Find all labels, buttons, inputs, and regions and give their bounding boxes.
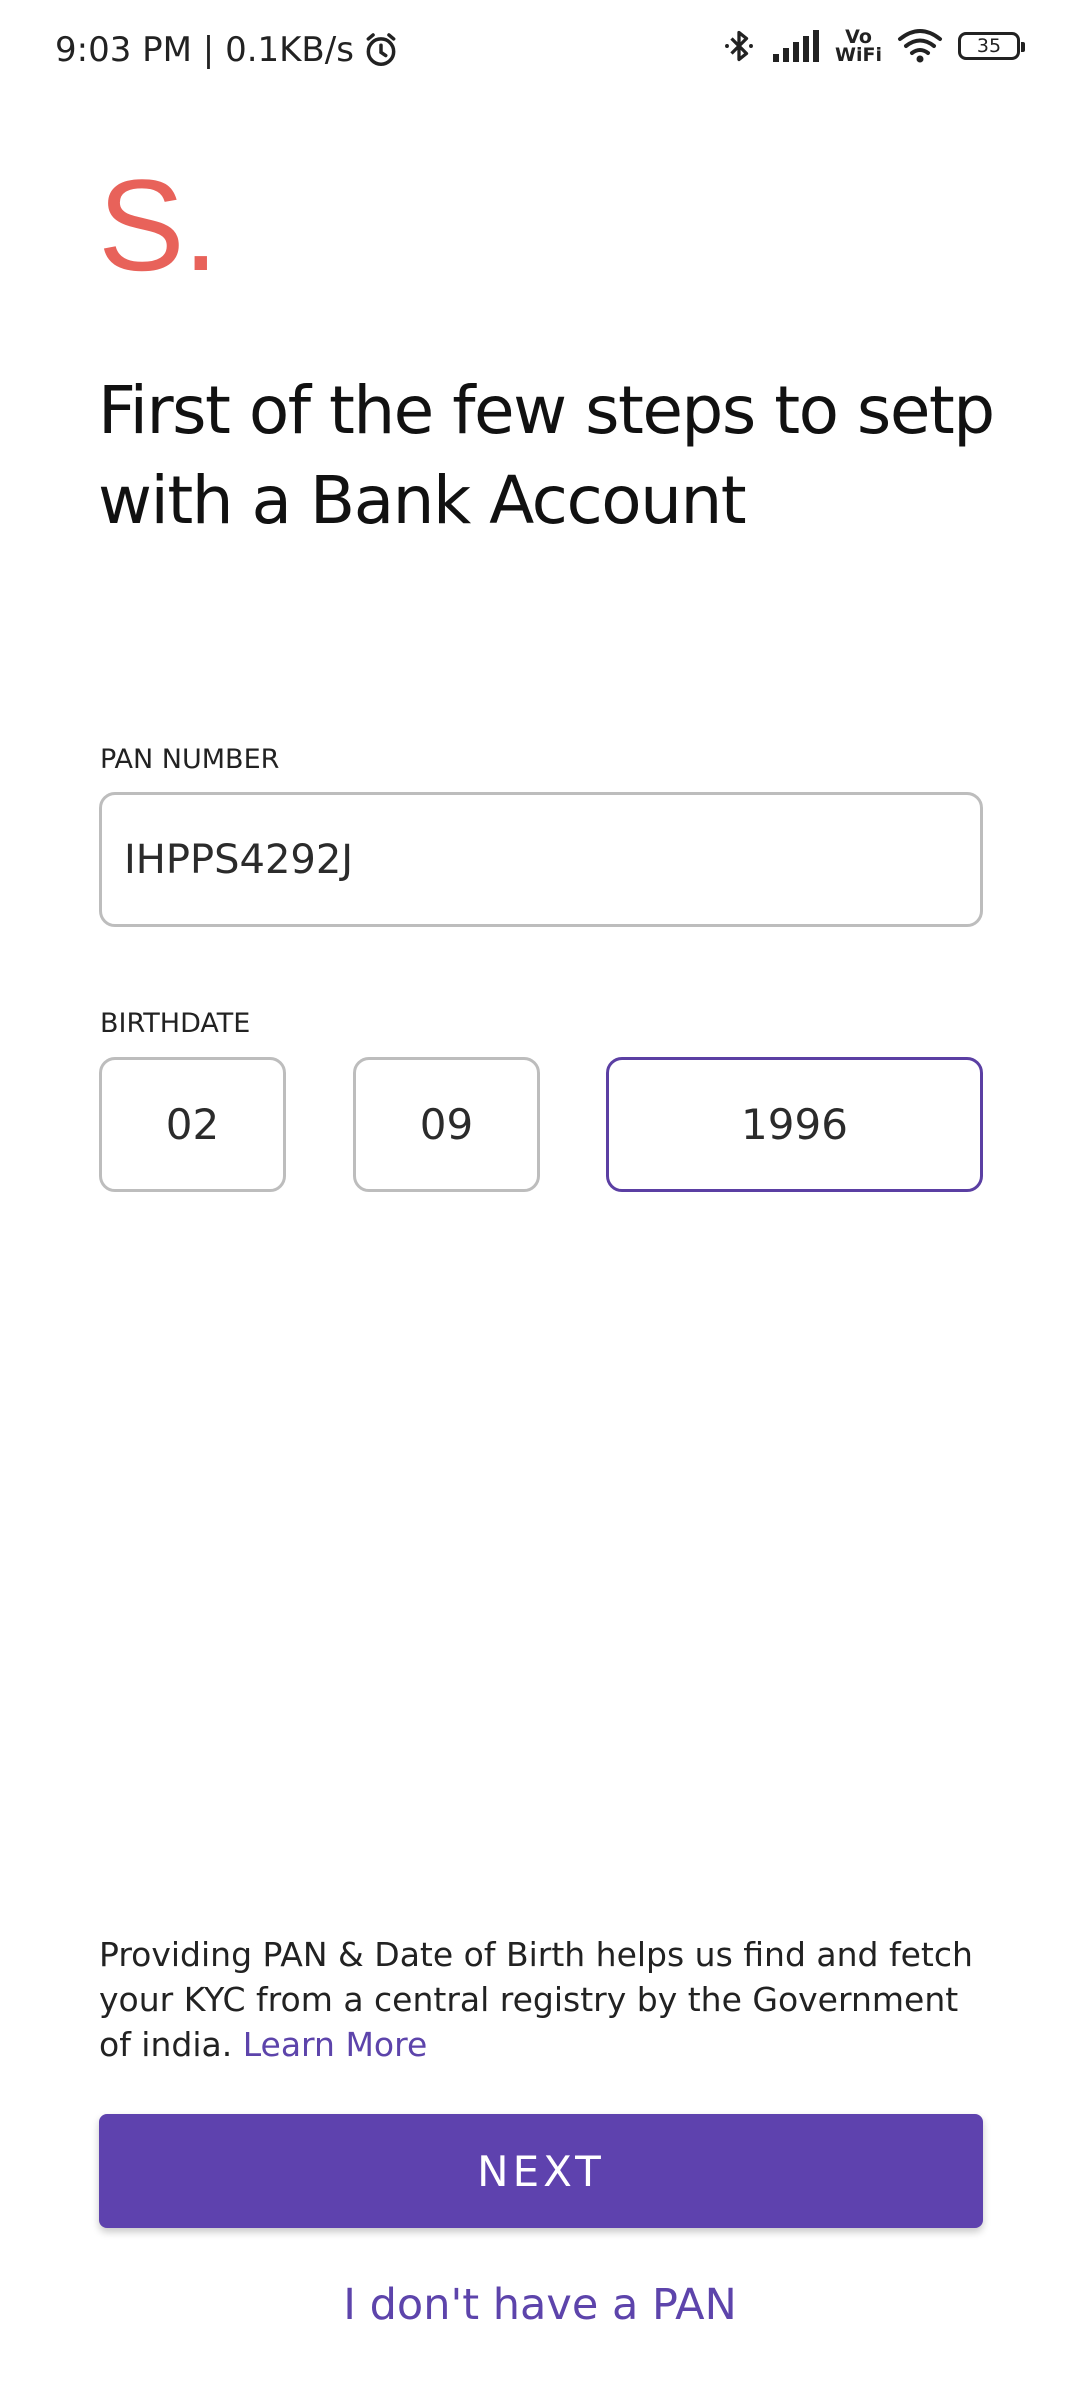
kyc-info-text: Providing PAN & Date of Birth helps us f… <box>99 1932 999 2067</box>
kyc-pan-screen: 9:03 PM | 0.1KB/s Vo WiFi 35 S. First of… <box>0 0 1080 2400</box>
app-logo: S. <box>98 152 219 298</box>
pan-value: IHPPS4292J <box>124 836 354 883</box>
birth-day-value: 02 <box>165 1100 220 1149</box>
signal-icon <box>773 30 820 62</box>
status-left: 9:03 PM | 0.1KB/s <box>55 30 400 70</box>
battery-level: 35 <box>976 35 1002 57</box>
pan-input[interactable]: IHPPS4292J <box>99 792 983 927</box>
page-title: First of the few steps to setp with a Ba… <box>98 372 995 539</box>
no-pan-link[interactable]: I don't have a PAN <box>0 2280 1080 2330</box>
birth-day-input[interactable]: 02 <box>99 1057 286 1192</box>
next-button[interactable]: NEXT <box>99 2114 983 2228</box>
status-right: Vo WiFi 35 <box>721 26 1025 66</box>
birth-month-value: 09 <box>419 1100 474 1149</box>
alarm-icon <box>366 33 396 66</box>
battery-icon: 35 <box>958 32 1025 60</box>
vowifi-icon: Vo WiFi <box>835 28 882 66</box>
vowifi-bottom: WiFi <box>835 44 882 66</box>
birthdate-label: BIRTHDATE <box>100 1008 251 1039</box>
birth-month-input[interactable]: 09 <box>353 1057 540 1192</box>
learn-more-link[interactable]: Learn More <box>243 2025 428 2064</box>
wifi-icon <box>898 29 942 63</box>
birth-year-input[interactable]: 1996 <box>606 1057 983 1192</box>
kyc-info-body: Providing PAN & Date of Birth helps us f… <box>99 1935 973 2064</box>
birth-year-value: 1996 <box>741 1100 848 1149</box>
bluetooth-icon <box>725 30 753 62</box>
status-bar: 9:03 PM | 0.1KB/s Vo WiFi 35 <box>0 0 1080 104</box>
status-time-speed: 9:03 PM | 0.1KB/s <box>55 30 354 70</box>
pan-label: PAN NUMBER <box>100 744 280 775</box>
